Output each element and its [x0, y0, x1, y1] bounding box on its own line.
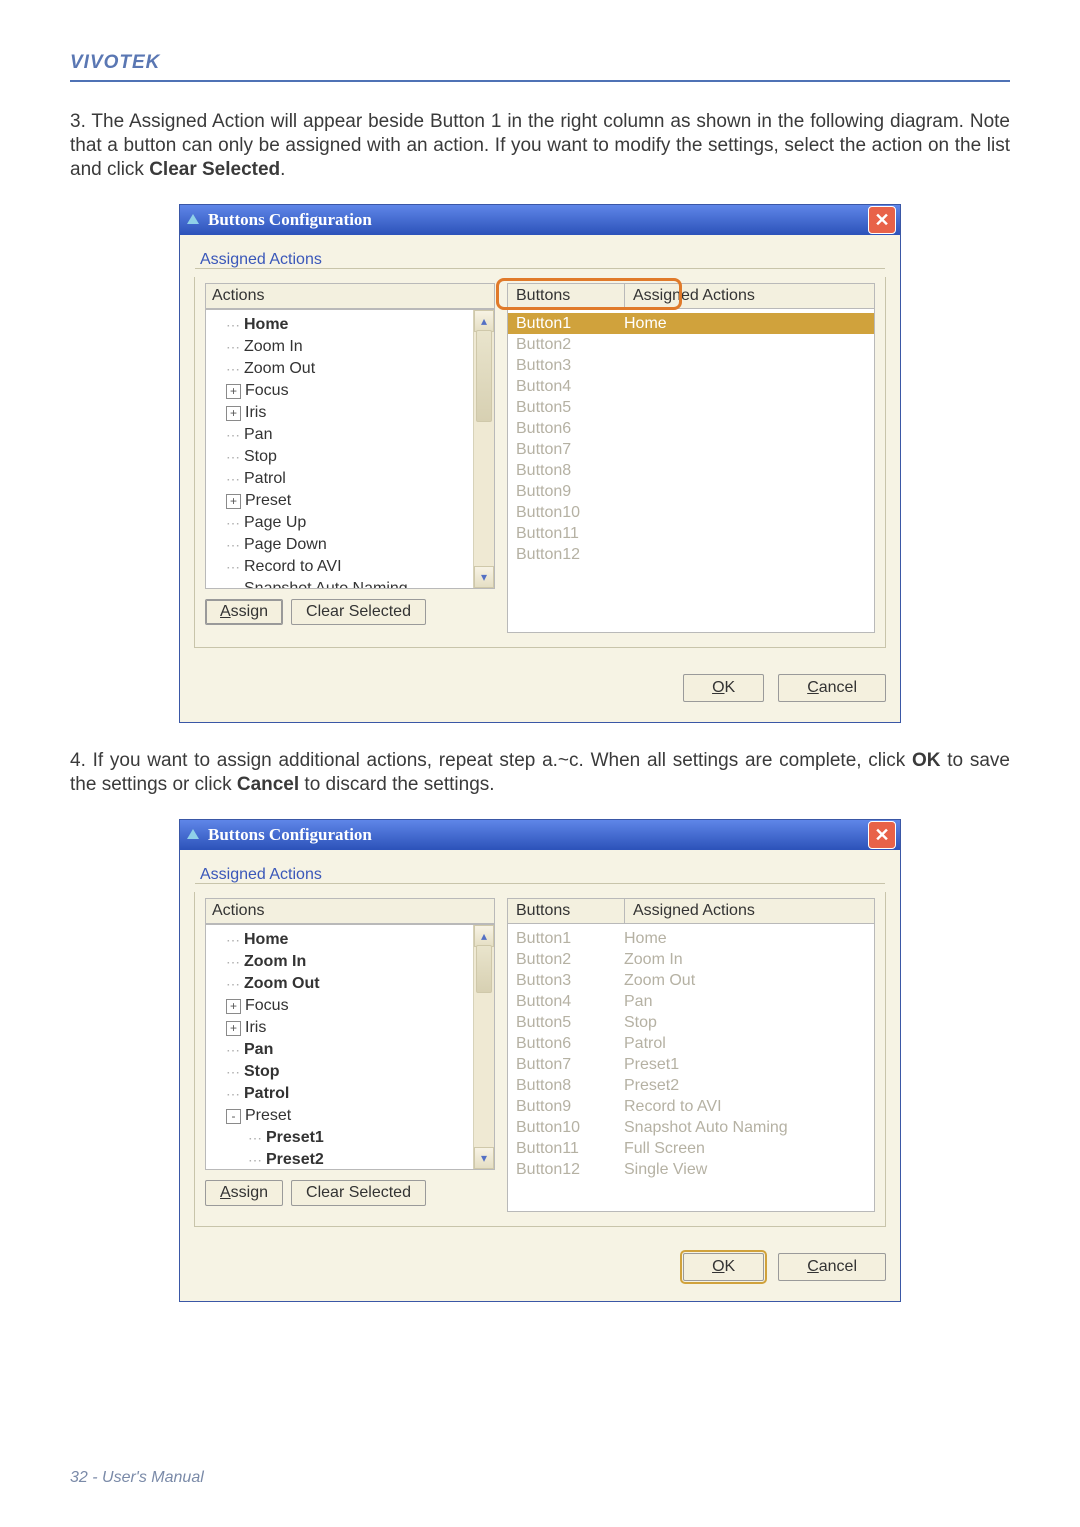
tree-item[interactable]: ⋯Preset1: [214, 1127, 490, 1149]
cancel-button[interactable]: Cancel: [778, 1253, 886, 1281]
clear-selected-button[interactable]: Clear Selected: [291, 599, 426, 625]
t: to discard the settings.: [299, 774, 494, 795]
tree-item[interactable]: ⋯Pan: [214, 1039, 490, 1061]
assigned-table[interactable]: Buttons Assigned Actions Button1HomeButt…: [507, 283, 875, 633]
table-row[interactable]: Button6: [508, 418, 874, 439]
tree-item[interactable]: -Preset: [214, 1105, 490, 1127]
dialog-title: Buttons Configuration: [208, 825, 372, 845]
tree-item[interactable]: ⋯Home: [214, 314, 490, 336]
buttons-header: Buttons: [508, 284, 625, 308]
scroll-thumb[interactable]: [476, 330, 492, 422]
titlebar: Buttons Configuration ✕: [180, 820, 900, 850]
tree-item[interactable]: +Iris: [214, 1017, 490, 1039]
clear-selected-button[interactable]: Clear Selected: [291, 1180, 426, 1206]
tree-item[interactable]: ⋯Stop: [214, 1061, 490, 1083]
table-row[interactable]: Button9: [508, 481, 874, 502]
titlebar: Buttons Configuration ✕: [180, 205, 900, 235]
table-row[interactable]: Button4: [508, 376, 874, 397]
group-label: Assigned Actions: [196, 251, 326, 269]
table-row[interactable]: Button11Full Screen: [508, 1138, 874, 1159]
tree-item[interactable]: ⋯Page Down: [214, 534, 490, 556]
t: OK: [912, 750, 941, 771]
table-row[interactable]: Button9Record to AVI: [508, 1096, 874, 1117]
scrollbar[interactable]: ▴ ▾: [473, 925, 494, 1169]
assigned-header: Assigned Actions: [625, 899, 874, 923]
table-row[interactable]: Button6Patrol: [508, 1033, 874, 1054]
actions-header: Actions: [205, 283, 495, 309]
assigned-table[interactable]: Buttons Assigned Actions Button1HomeButt…: [507, 898, 875, 1212]
step4-text: 4. If you want to assign additional acti…: [70, 749, 1010, 797]
ok-button[interactable]: OK: [683, 1253, 764, 1281]
assigned-header: Assigned Actions: [625, 284, 874, 308]
buttons-config-dialog: Buttons Configuration ✕ Assigned Actions…: [179, 819, 901, 1302]
table-row[interactable]: Button5Stop: [508, 1012, 874, 1033]
cancel-button[interactable]: Cancel: [778, 674, 886, 702]
actions-header: Actions: [205, 898, 495, 924]
table-row[interactable]: Button11: [508, 523, 874, 544]
tree-item[interactable]: ⋯Patrol: [214, 1083, 490, 1105]
scroll-down-icon[interactable]: ▾: [474, 1147, 494, 1169]
header-rule: [70, 80, 1010, 82]
table-row[interactable]: Button2: [508, 334, 874, 355]
close-icon[interactable]: ✕: [868, 206, 896, 234]
tree-item[interactable]: ⋯Zoom In: [214, 951, 490, 973]
tree-item[interactable]: ⋯Home: [214, 929, 490, 951]
table-row[interactable]: Button8: [508, 460, 874, 481]
brand-header: VIVOTEK: [70, 52, 1010, 74]
table-row[interactable]: Button8Preset2: [508, 1075, 874, 1096]
table-row[interactable]: Button5: [508, 397, 874, 418]
tree-item[interactable]: ⋯Stop: [214, 446, 490, 468]
actions-tree[interactable]: ⋯Home⋯Zoom In⋯Zoom Out+Focus+Iris⋯Pan⋯St…: [205, 924, 495, 1170]
t: Cancel: [237, 774, 299, 795]
t: .: [280, 159, 285, 180]
assign-button[interactable]: Assign: [205, 599, 283, 625]
app-icon: [184, 211, 202, 229]
tree-item[interactable]: +Iris: [214, 402, 490, 424]
tree-item[interactable]: ⋯Record to AVI: [214, 556, 490, 578]
table-row[interactable]: Button1Home: [508, 313, 874, 334]
tree-item[interactable]: +Focus: [214, 380, 490, 402]
assign-button[interactable]: Assign: [205, 1180, 283, 1206]
table-row[interactable]: Button3: [508, 355, 874, 376]
group-label: Assigned Actions: [196, 866, 326, 884]
ok-button[interactable]: OK: [683, 674, 764, 702]
table-row[interactable]: Button7: [508, 439, 874, 460]
tree-item[interactable]: ⋯Zoom Out: [214, 358, 490, 380]
table-row[interactable]: Button12: [508, 544, 874, 565]
table-row[interactable]: Button10: [508, 502, 874, 523]
app-icon: [184, 826, 202, 844]
dialog-title: Buttons Configuration: [208, 210, 372, 230]
table-row[interactable]: Button3Zoom Out: [508, 970, 874, 991]
scroll-thumb[interactable]: [476, 945, 492, 993]
tree-item[interactable]: +Preset: [214, 490, 490, 512]
scroll-down-icon[interactable]: ▾: [474, 566, 494, 588]
table-row[interactable]: Button4Pan: [508, 991, 874, 1012]
table-row[interactable]: Button7Preset1: [508, 1054, 874, 1075]
table-row[interactable]: Button2Zoom In: [508, 949, 874, 970]
actions-tree[interactable]: ⋯Home⋯Zoom In⋯Zoom Out+Focus+Iris⋯Pan⋯St…: [205, 309, 495, 589]
t: 4. If you want to assign additional acti…: [70, 750, 912, 771]
tree-item[interactable]: ⋯Preset2: [214, 1149, 490, 1170]
buttons-config-dialog: Buttons Configuration ✕ Assigned Actions…: [179, 204, 901, 723]
close-icon[interactable]: ✕: [868, 821, 896, 849]
t: Clear Selected: [149, 159, 280, 180]
scroll-up-icon[interactable]: ▴: [474, 925, 494, 947]
page-footer: 32 - User's Manual: [70, 1469, 1010, 1487]
tree-item[interactable]: ⋯Patrol: [214, 468, 490, 490]
buttons-header: Buttons: [508, 899, 625, 923]
tree-item[interactable]: ⋯Snapshot Auto Naming: [214, 578, 490, 589]
scroll-up-icon[interactable]: ▴: [474, 310, 494, 332]
tree-item[interactable]: +Focus: [214, 995, 490, 1017]
step3-text: 3. The Assigned Action will appear besid…: [70, 110, 1010, 182]
table-row[interactable]: Button1Home: [508, 928, 874, 949]
scrollbar[interactable]: ▴ ▾: [473, 310, 494, 588]
table-row[interactable]: Button10Snapshot Auto Naming: [508, 1117, 874, 1138]
tree-item[interactable]: ⋯Page Up: [214, 512, 490, 534]
tree-item[interactable]: ⋯Zoom In: [214, 336, 490, 358]
table-row[interactable]: Button12Single View: [508, 1159, 874, 1180]
tree-item[interactable]: ⋯Zoom Out: [214, 973, 490, 995]
tree-item[interactable]: ⋯Pan: [214, 424, 490, 446]
